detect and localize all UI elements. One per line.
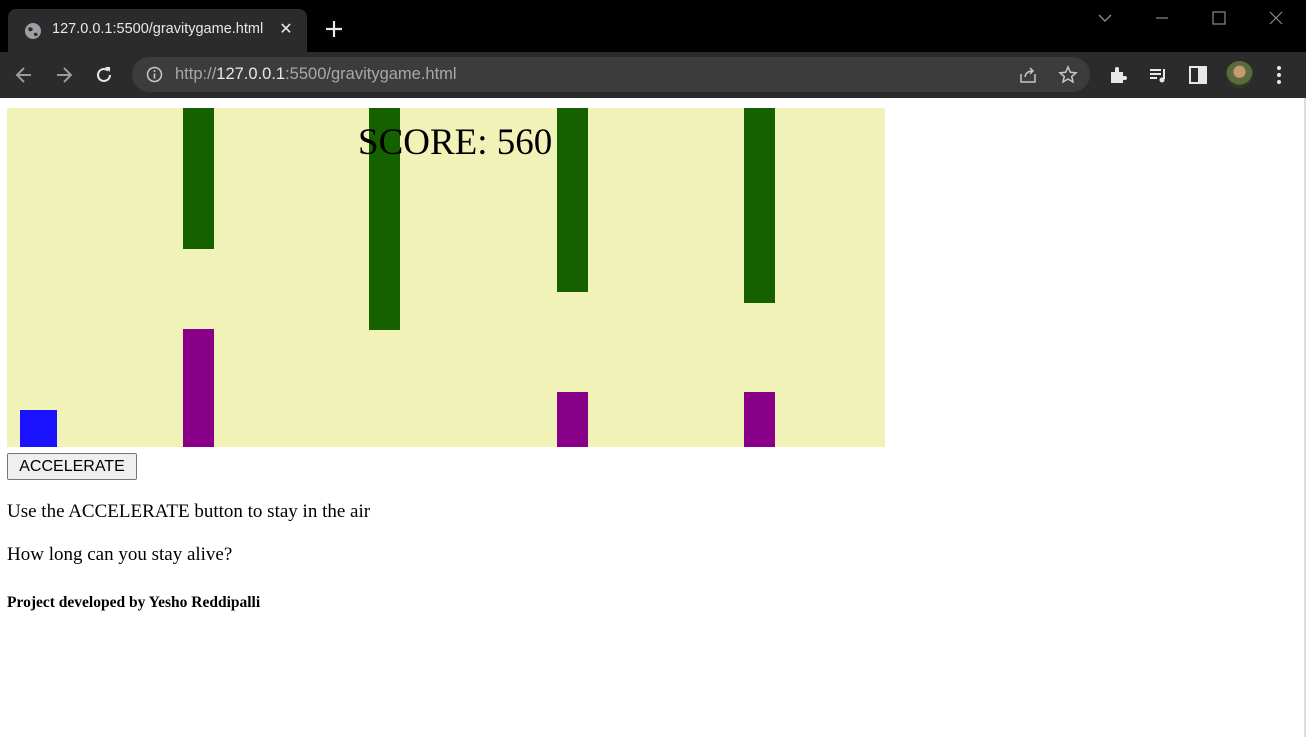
chevron-down-icon[interactable] <box>1094 8 1116 28</box>
tab-title: 127.0.0.1:5500/gravitygame.html <box>52 21 264 37</box>
star-icon[interactable] <box>1058 65 1078 85</box>
media-icon[interactable] <box>1147 64 1169 86</box>
info-icon[interactable] <box>146 66 163 83</box>
browser-toolbar: http://127.0.0.1:5500/gravitygame.html <box>0 52 1306 98</box>
instruction-text: Use the ACCELERATE button to stay in the… <box>7 501 371 522</box>
top-obstacle <box>183 108 214 249</box>
side-panel-icon[interactable] <box>1187 64 1209 86</box>
url-scheme: http:// <box>175 65 217 83</box>
bottom-obstacle <box>183 329 214 447</box>
window-close-icon[interactable] <box>1265 8 1287 28</box>
score-display: SCORE: 560 <box>358 122 553 163</box>
close-icon[interactable]: ✕ <box>276 19 296 39</box>
plus-icon[interactable] <box>322 17 346 41</box>
credit-text: Project developed by Yesho Reddipalli <box>7 594 261 611</box>
top-obstacle <box>557 108 588 292</box>
browser-titlebar: 127.0.0.1:5500/gravitygame.html ✕ <box>0 0 1306 52</box>
avatar[interactable] <box>1226 61 1253 88</box>
back-icon[interactable] <box>13 64 35 86</box>
top-obstacle <box>744 108 775 303</box>
bottom-obstacle <box>744 392 775 447</box>
globe-icon <box>25 23 41 39</box>
more-menu-icon[interactable] <box>1270 63 1288 87</box>
maximize-icon[interactable] <box>1208 8 1230 28</box>
game-canvas[interactable]: SCORE: 560 <box>7 108 885 447</box>
share-icon[interactable] <box>1018 65 1038 85</box>
question-text: How long can you stay alive? <box>7 544 233 565</box>
browser-tab[interactable]: 127.0.0.1:5500/gravitygame.html ✕ <box>8 9 307 52</box>
forward-icon[interactable] <box>53 64 75 86</box>
url-host: 127.0.0.1 <box>216 65 286 83</box>
extensions-icon[interactable] <box>1107 64 1129 86</box>
accelerate-button[interactable]: ACCELERATE <box>7 453 137 480</box>
reload-icon[interactable] <box>93 64 115 86</box>
bottom-obstacle <box>557 392 588 447</box>
url-path: :5500/gravitygame.html <box>285 65 457 83</box>
minimize-icon[interactable] <box>1151 8 1173 28</box>
player-square <box>20 410 57 447</box>
url-text: http://127.0.0.1:5500/gravitygame.html <box>175 65 457 84</box>
address-bar[interactable]: http://127.0.0.1:5500/gravitygame.html <box>132 57 1090 92</box>
